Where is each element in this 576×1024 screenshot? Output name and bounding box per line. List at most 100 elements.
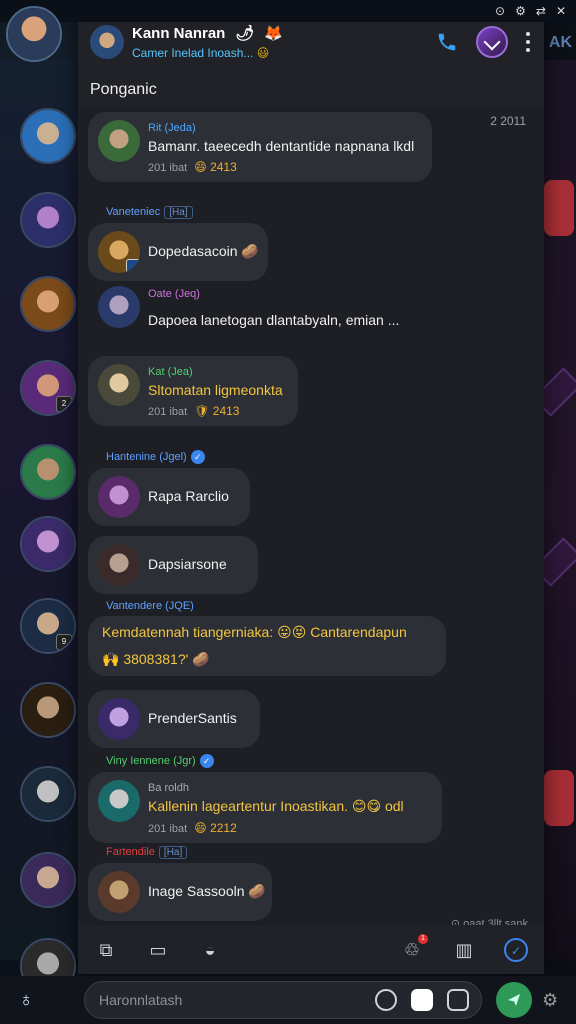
contact-avatar[interactable] xyxy=(20,108,76,164)
chat-subtitle-text: Camer Inelad Inoash... xyxy=(132,46,254,60)
sender-avatar[interactable] xyxy=(98,698,140,740)
message-text: Dapoea lanetogan dlantabyaln, emian ... xyxy=(148,312,400,328)
contact-avatar[interactable] xyxy=(20,516,76,572)
message-input-container xyxy=(84,981,482,1019)
sender-avatar[interactable] xyxy=(98,231,140,273)
status-icon: ⇄ xyxy=(535,4,546,18)
level-badge: 9 xyxy=(56,634,72,650)
sender-avatar[interactable] xyxy=(98,120,140,162)
message[interactable]: PrenderSantis xyxy=(88,690,260,748)
message-time: 201 ibat xyxy=(148,823,188,835)
sender-name[interactable]: Vantendere (JQE) xyxy=(106,600,194,612)
status-icon: ⊙ xyxy=(495,4,506,18)
send-icon xyxy=(508,994,520,1006)
send-button[interactable] xyxy=(496,982,532,1018)
contact-avatar[interactable]: 9 xyxy=(20,598,76,654)
badge-icon[interactable] xyxy=(476,26,508,58)
verified-icon: ✓ xyxy=(199,754,214,768)
bottom-nav: ⧉ ▭ ◒ ♲ 1 ▥ ✓ xyxy=(78,925,544,974)
background-red-emblem xyxy=(544,770,574,826)
level-badge xyxy=(126,259,140,273)
status-bar: ⊙ ⚙ ⇄ ✕ xyxy=(0,0,576,22)
message[interactable]: Viny Iennene (Jgr) ✓ Ba roldh Kallenin la… xyxy=(88,754,442,843)
sender-name[interactable]: Oate (Jeq) xyxy=(148,288,200,300)
sender-name[interactable]: Vaneteniec xyxy=(106,206,160,218)
contact-avatar[interactable] xyxy=(20,192,76,248)
chat-title[interactable]: Kann Nanran 🌶 🦊 xyxy=(132,24,436,42)
message-list: 2 2011 Rit (Jeda) Bamanr. taeecedh denta… xyxy=(78,106,544,940)
sender-avatar[interactable] xyxy=(98,780,140,822)
status-icon: ⚙ xyxy=(515,4,526,18)
reaction[interactable]: 😄 2212 xyxy=(194,821,237,835)
channel-title: Ponganic xyxy=(78,74,544,106)
message[interactable]: Hantenine (Jgel) ✓ Rapa Rarclio xyxy=(88,450,250,526)
message-input-bar: ♁ ⚙ xyxy=(0,976,576,1024)
nav-puzzle-icon[interactable]: ⧉ xyxy=(94,938,118,962)
sender-name[interactable]: Kat (Jea) xyxy=(148,366,193,378)
settings-icon[interactable]: ⚙ xyxy=(542,990,558,1011)
profile-avatar[interactable] xyxy=(6,6,62,62)
water-drop-icon[interactable]: ♁ xyxy=(0,989,52,1012)
nav-clipboard-icon[interactable]: ▭ xyxy=(146,938,170,962)
sender-avatar[interactable] xyxy=(98,871,140,913)
message-text: PrenderSantis xyxy=(148,710,237,726)
sender-name[interactable]: Fartendile xyxy=(106,846,155,858)
timestamp: 2 2011 xyxy=(490,114,526,128)
message-extra: 🙌 3808381?' 🥔 xyxy=(102,651,210,667)
message-time: 201 ibat xyxy=(148,406,188,418)
kebab-menu-icon[interactable] xyxy=(526,32,532,52)
reaction[interactable]: 🛡 2413 xyxy=(194,404,239,418)
message-text: Dopedasacoin 🥔 xyxy=(148,243,259,259)
sub-sender: Ba roldh xyxy=(148,782,189,794)
sender-tag: [Ha] xyxy=(164,206,193,219)
chat-subtitle: Camer Inelad Inoash... 😃 xyxy=(132,46,436,60)
message-time: 201 ibat xyxy=(148,162,188,174)
chat-title-text: Kann Nanran xyxy=(132,25,226,42)
message-text: Bamanr. taeecedh dentantide napnana lkdl xyxy=(148,138,415,154)
group-avatar[interactable] xyxy=(90,25,124,59)
contact-avatar[interactable] xyxy=(20,276,76,332)
reaction[interactable]: 😄 2413 xyxy=(194,160,237,174)
sender-name[interactable]: Hantenine (Jgel) xyxy=(106,451,187,463)
message[interactable]: Vantendere (JQE) Kemdatennah tiangerniak… xyxy=(88,600,446,676)
sender-tag: [Ha] xyxy=(158,846,188,859)
sticker-icon[interactable] xyxy=(411,989,433,1011)
phone-icon[interactable] xyxy=(436,31,458,53)
contact-avatar[interactable] xyxy=(20,444,76,500)
sender-avatar[interactable] xyxy=(98,476,140,518)
sender-name[interactable]: Rit (Jeda) xyxy=(148,122,196,134)
sender-avatar[interactable] xyxy=(98,286,140,328)
message[interactable]: Rit (Jeda) Bamanr. taeecedh dentantide n… xyxy=(88,112,432,182)
message-input[interactable] xyxy=(97,991,361,1009)
level-badge: 2 xyxy=(56,396,72,412)
contact-avatar[interactable] xyxy=(20,766,76,822)
contact-avatar[interactable] xyxy=(20,852,76,908)
emoji-icon[interactable] xyxy=(447,989,469,1011)
background-side-label: AK xyxy=(548,34,572,51)
nav-gamepad-icon[interactable]: ◒ xyxy=(198,938,222,962)
sender-avatar[interactable] xyxy=(98,544,140,586)
message-text: Rapa Rarclio xyxy=(148,488,229,504)
notification-badge: 1 xyxy=(418,933,428,944)
message[interactable]: Vaneteniec [Ha] Dopedasacoin 🥔 xyxy=(88,206,268,281)
sender-name[interactable]: Viny Iennene (Jgr) xyxy=(106,755,196,767)
message[interactable]: Fartendile [Ha] Inage Sassooln 🥔 xyxy=(88,846,272,921)
nav-notification-icon[interactable]: ♲ 1 xyxy=(400,933,428,962)
sender-avatar[interactable] xyxy=(98,364,140,406)
message[interactable]: Dapsiarsone xyxy=(88,536,258,594)
message-text: Sltomatan ligmeonkta xyxy=(148,382,283,398)
nav-twitter-icon[interactable]: ✓ xyxy=(504,937,528,962)
message[interactable]: Oate (Jeq) Dapoea lanetogan dlantabyaln,… xyxy=(88,278,430,336)
message-text: Dapsiarsone xyxy=(148,556,227,572)
message-text: Kallenin lageartentur Inoastikan. 😊😋 odl xyxy=(148,798,404,814)
contact-avatar[interactable] xyxy=(20,682,76,738)
message-text: Inage Sassooln 🥔 xyxy=(148,883,266,899)
message-text: Kemdatennah tiangerniaka: 😛😝 Cantarendap… xyxy=(102,624,407,640)
contact-avatar[interactable]: 2 xyxy=(20,360,76,416)
camera-icon[interactable] xyxy=(375,989,397,1011)
background-red-emblem xyxy=(544,180,574,236)
chat-title-emoji: 🦊 xyxy=(264,25,284,42)
nav-layout-icon[interactable]: ▥ xyxy=(452,938,476,962)
message[interactable]: Kat (Jea) Sltomatan ligmeonkta 201 ibat … xyxy=(88,356,298,426)
close-icon[interactable]: ✕ xyxy=(556,4,566,18)
